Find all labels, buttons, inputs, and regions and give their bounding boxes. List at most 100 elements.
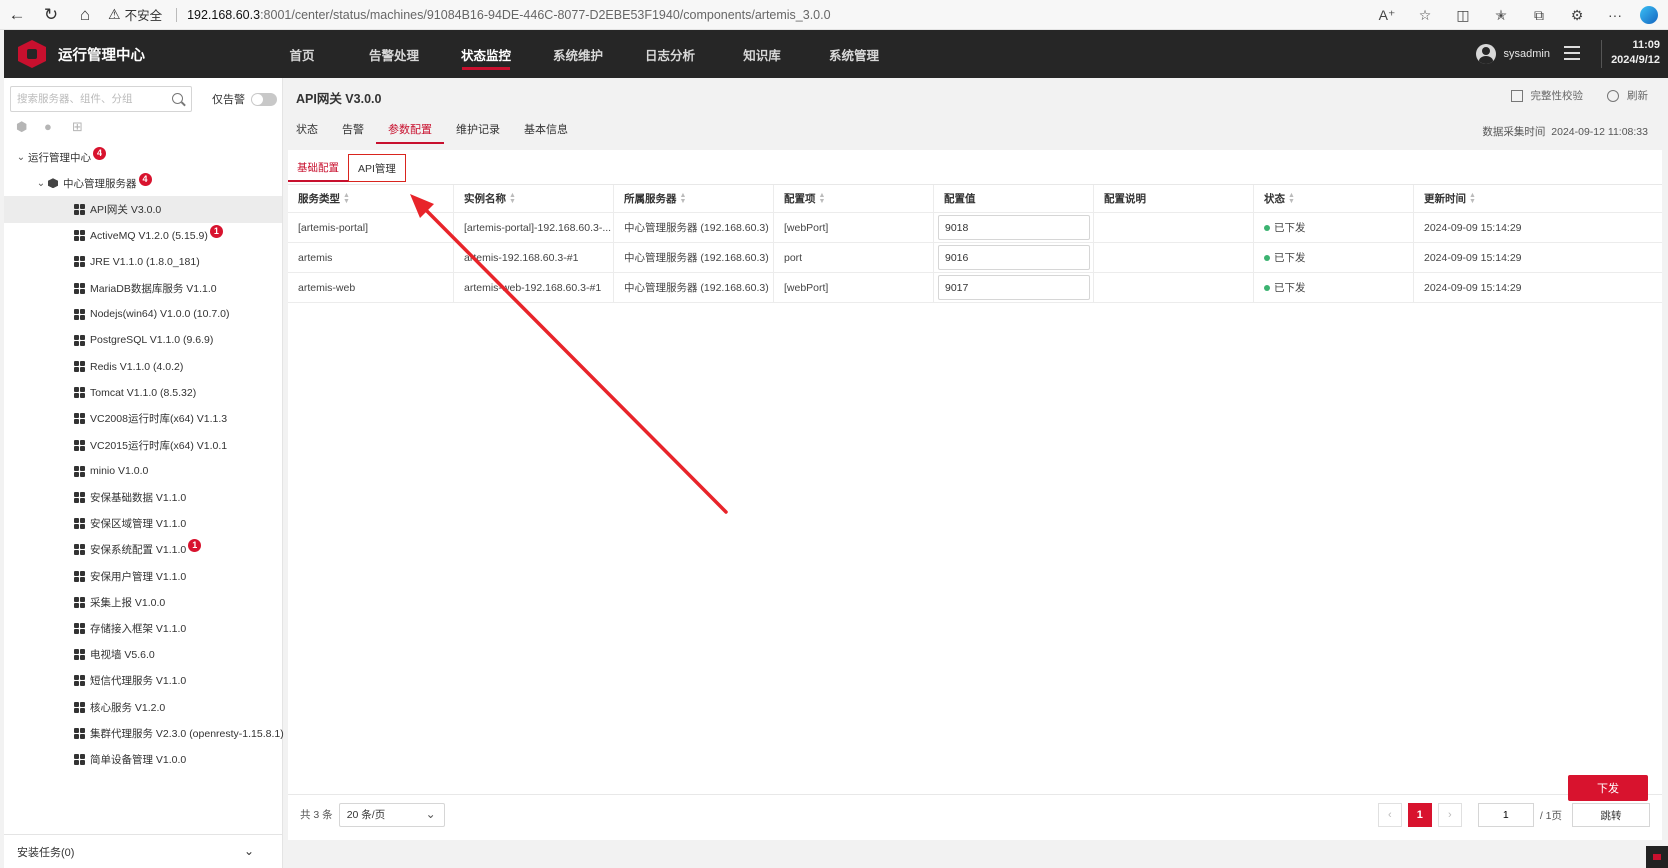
col-instance-name[interactable]: 实例名称 ▲ ▼ [454, 185, 614, 212]
tree-component-node[interactable]: PostgreSQL V1.1.0 (9.6.9) [4, 327, 282, 353]
tree-component-node[interactable]: 电视墙 V5.6.0 [4, 642, 282, 668]
server-filter-icon[interactable]: ⬢ [16, 120, 30, 134]
tab-maintenance-records[interactable]: 维护记录 [444, 116, 512, 142]
tree-component-node[interactable]: VC2008运行时库(x64) V1.1.3 [4, 406, 282, 432]
config-value-input[interactable] [938, 215, 1090, 240]
tree-component-label: 电视墙 V5.6.0 [90, 649, 155, 662]
nav-system-admin[interactable]: 系统管理 [808, 30, 900, 78]
nav-log-analysis[interactable]: 日志分析 [624, 30, 716, 78]
prev-page-button[interactable]: ‹ [1377, 803, 1402, 827]
tab-status[interactable]: 状态 [284, 116, 330, 142]
col-status[interactable]: 状态 ▲ ▼ [1254, 185, 1414, 212]
more-icon[interactable]: ··· [1596, 0, 1634, 30]
config-value-input[interactable] [938, 245, 1090, 270]
browser-toolbar: ← ↻ ⌂ ⚠ 不安全 192.168.60.3:8001/center/sta… [0, 0, 1668, 30]
nav-maintenance[interactable]: 系统维护 [532, 30, 624, 78]
subtab-api-management[interactable]: API管理 [348, 154, 406, 182]
refresh-button[interactable]: 刷新 [1627, 88, 1648, 103]
table-row: artemis-web artemis-web-192.168.60.3-#1 中心… [288, 273, 1662, 303]
collections-icon[interactable]: ⧉ [1520, 0, 1558, 30]
component-icon [74, 544, 85, 556]
col-updated[interactable]: 更新时间 ▲ ▼ [1414, 185, 1562, 212]
component-icon [74, 256, 85, 268]
tab-basic-info[interactable]: 基本信息 [512, 116, 580, 142]
component-group-icon[interactable]: ⊞ [72, 120, 86, 134]
nav-alarm[interactable]: 告警处理 [348, 30, 440, 78]
cell-instance-name: artemis-web-192.168.60.3-#1 [454, 273, 614, 302]
nav-status-monitor[interactable]: 状态监控 [440, 30, 532, 78]
split-screen-icon[interactable]: ◫ [1444, 0, 1482, 30]
page-button-current[interactable]: 1 [1407, 803, 1432, 827]
search-field[interactable] [10, 86, 192, 112]
address-bar[interactable]: ⚠ 不安全 192.168.60.3:8001/center/status/ma… [108, 0, 831, 30]
tree-server-node[interactable]: ⌄ 中心管理服务器 4 [4, 170, 282, 196]
tree-component-node[interactable]: 短信代理服务 V1.1.0 [4, 668, 282, 694]
refresh-icon[interactable] [1607, 89, 1619, 102]
tree-component-node[interactable]: Tomcat V1.1.0 (8.5.32) [4, 380, 282, 406]
tree-component-node[interactable]: Redis V1.1.0 (4.0.2) [4, 354, 282, 380]
tab-param-config[interactable]: 参数配置 [376, 116, 444, 144]
read-aloud-icon[interactable]: A⁺ [1368, 0, 1406, 30]
nav-knowledge-base[interactable]: 知识库 [716, 30, 808, 78]
jump-button[interactable]: 跳转 [1572, 803, 1650, 827]
favorite-star-icon[interactable]: ☆ [1406, 0, 1444, 30]
col-server[interactable]: 所属服务器 ▲ ▼ [614, 185, 774, 212]
tree-component-node[interactable]: 核心服务 V1.2.0 [4, 694, 282, 720]
user-group-icon[interactable]: ● [44, 120, 58, 134]
tree-component-node[interactable]: 存储接入框架 V1.1.0 [4, 615, 282, 641]
tree-component-node[interactable]: MariaDB数据库服务 V1.1.0 [4, 275, 282, 301]
tree-component-node[interactable]: 集群代理服务 V2.3.0 (openresty-1.15.8.1) [4, 720, 284, 746]
hamburger-menu-icon[interactable] [1564, 46, 1580, 60]
component-icon [74, 492, 85, 504]
url-host: 192.168.60.3 [187, 7, 261, 22]
corner-widget-icon[interactable] [1646, 846, 1668, 868]
copilot-icon[interactable] [1640, 6, 1658, 24]
col-config-item[interactable]: 配置项 ▲ ▼ [774, 185, 934, 212]
tree-component-node[interactable]: VC2015运行时库(x64) V1.0.1 [4, 432, 282, 458]
chevron-down-icon[interactable]: ⌄ [14, 152, 28, 163]
integrity-check-button[interactable]: 完整性校验 [1531, 88, 1584, 103]
integrity-check-icon[interactable] [1510, 89, 1523, 102]
cell-config-desc [1094, 213, 1254, 242]
tree-component-node[interactable]: API网关 V3.0.0 [4, 196, 282, 223]
component-icon [74, 387, 85, 399]
tree-component-node[interactable]: 安保系统配置 V1.1.0 1 [4, 537, 282, 563]
page-size-select[interactable]: 20 条/页 ⌄ [338, 802, 445, 827]
home-icon[interactable]: ⌂ [68, 0, 102, 30]
cell-status: 已下发 [1254, 213, 1414, 242]
tree-component-node[interactable]: Nodejs(win64) V1.0.0 (10.7.0) [4, 301, 282, 327]
nav-home[interactable]: 首页 [256, 30, 348, 78]
chevron-down-icon[interactable]: ⌄ [244, 844, 254, 858]
only-alarm-toggle[interactable] [251, 92, 277, 106]
next-page-button[interactable]: › [1437, 803, 1462, 827]
extensions-icon[interactable]: ⚙ [1558, 0, 1596, 30]
tab-alarm[interactable]: 告警 [330, 116, 376, 142]
tree-component-node[interactable]: 安保基础数据 V1.1.0 [4, 484, 282, 510]
resource-tree: ⌄ 运行管理中心 4 ⌄ 中心管理服务器 4 API网关 V3.0.0 Activ… [4, 144, 284, 773]
cell-config-value [934, 273, 1094, 302]
tree-root-node[interactable]: ⌄ 运行管理中心 4 [4, 144, 282, 170]
tree-component-node[interactable]: 安保区域管理 V1.1.0 [4, 511, 282, 537]
tree-component-node[interactable]: 采集上报 V1.0.0 [4, 589, 282, 615]
dispatch-button[interactable]: 下发 [1568, 775, 1648, 801]
user-menu[interactable]: sysadmin [1475, 30, 1550, 78]
search-input[interactable] [17, 93, 165, 105]
col-service-type[interactable]: 服务类型 ▲ ▼ [288, 185, 454, 212]
install-tasks-bar[interactable]: 安装任务(0) ⌄ [4, 834, 282, 868]
back-icon[interactable]: ← [0, 0, 34, 30]
tree-component-node[interactable]: JRE V1.1.0 (1.8.0_181) [4, 249, 282, 275]
tree-component-node[interactable]: minio V1.0.0 [4, 458, 282, 484]
page-jump-input[interactable] [1477, 803, 1534, 827]
favorites-icon[interactable]: ✭ [1482, 0, 1520, 30]
search-icon[interactable] [172, 93, 183, 104]
tree-component-node[interactable]: ActiveMQ V1.2.0 (5.15.9) 1 [4, 223, 282, 249]
config-value-input[interactable] [938, 275, 1090, 300]
component-icon [74, 282, 85, 294]
server-icon [48, 178, 58, 189]
chevron-down-icon[interactable]: ⌄ [34, 178, 48, 189]
cell-service-type-text: artemis [298, 251, 333, 264]
reload-icon[interactable]: ↻ [34, 0, 68, 30]
subtab-basic-config[interactable]: 基础配置 [288, 154, 348, 182]
tree-component-node[interactable]: 简单设备管理 V1.0.0 [4, 746, 282, 772]
tree-component-node[interactable]: 安保用户管理 V1.1.0 [4, 563, 282, 589]
